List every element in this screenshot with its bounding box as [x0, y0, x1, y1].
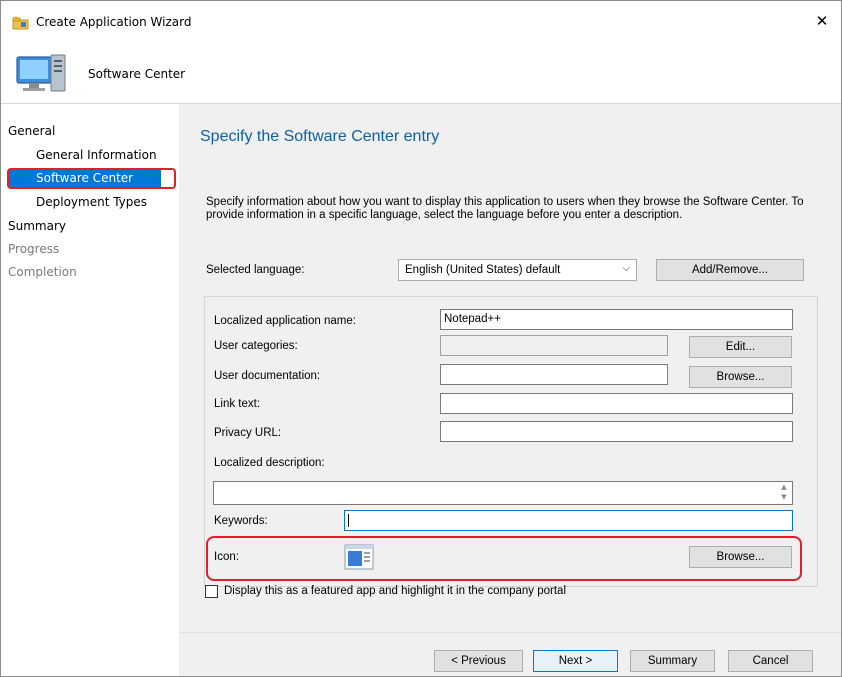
- chevron-down-icon: ⌵: [622, 263, 630, 274]
- nav-item-progress: Progress: [8, 242, 60, 256]
- next-button[interactable]: Next >: [533, 650, 618, 672]
- nav-item-deployment-types[interactable]: Deployment Types: [36, 195, 147, 209]
- language-label: Selected language:: [206, 264, 305, 276]
- footer-divider: [179, 632, 841, 633]
- icon-label: Icon:: [214, 551, 239, 563]
- computer-icon: [16, 54, 66, 92]
- featured-app-checkbox[interactable]: [205, 585, 218, 598]
- header-title: Software Center: [88, 67, 186, 81]
- nav-item-general[interactable]: General: [8, 124, 55, 138]
- wizard-window: Create Application Wizard ✕ Software Cen…: [0, 0, 842, 677]
- close-button[interactable]: ✕: [807, 8, 837, 34]
- language-dropdown[interactable]: English (United States) default ⌵: [398, 259, 637, 281]
- documentation-input[interactable]: [440, 364, 668, 385]
- privacy-url-label: Privacy URL:: [214, 427, 282, 439]
- application-icon: [344, 544, 374, 570]
- categories-input: [440, 335, 668, 356]
- link-text-label: Link text:: [214, 398, 261, 410]
- link-text-input[interactable]: [440, 393, 793, 414]
- scroll-arrows-icon[interactable]: ▲ ▼: [778, 482, 790, 502]
- nav-item-completion: Completion: [8, 265, 77, 279]
- window-title: Create Application Wizard: [36, 15, 192, 29]
- close-icon: ✕: [815, 12, 829, 30]
- page-title: Specify the Software Center entry: [200, 128, 440, 145]
- page-description: Specify information about how you want t…: [206, 196, 804, 221]
- wizard-app-icon: [12, 16, 29, 30]
- add-remove-button[interactable]: Add/Remove...: [656, 259, 804, 281]
- nav-selection-highlight: [7, 168, 176, 189]
- cancel-button[interactable]: Cancel: [728, 650, 813, 672]
- browse-icon-button[interactable]: Browse...: [689, 546, 792, 568]
- nav-item-general-information[interactable]: General Information: [36, 148, 157, 162]
- wizard-nav: General General Information Software Cen…: [1, 104, 180, 676]
- app-name-label: Localized application name:: [214, 315, 356, 327]
- content-panel: Specify the Software Center entry Specif…: [179, 104, 841, 676]
- description-textarea[interactable]: ▲ ▼: [213, 481, 793, 505]
- summary-button[interactable]: Summary: [630, 650, 715, 672]
- privacy-url-input[interactable]: [440, 421, 793, 442]
- language-value: English (United States) default: [405, 264, 561, 276]
- categories-label: User categories:: [214, 340, 298, 352]
- description-label: Localized description:: [214, 457, 325, 469]
- previous-button[interactable]: < Previous: [434, 650, 523, 672]
- keywords-label: Keywords:: [214, 515, 268, 527]
- edit-categories-button[interactable]: Edit...: [689, 336, 792, 358]
- title-bar: Create Application Wizard ✕: [1, 1, 841, 39]
- text-caret: [348, 514, 349, 527]
- keywords-input[interactable]: [344, 510, 793, 531]
- app-name-input[interactable]: Notepad++: [440, 309, 793, 330]
- documentation-label: User documentation:: [214, 370, 321, 382]
- nav-item-summary[interactable]: Summary: [8, 219, 66, 233]
- wizard-header: Software Center: [1, 39, 841, 104]
- browse-documentation-button[interactable]: Browse...: [689, 366, 792, 388]
- featured-app-label: Display this as a featured app and highl…: [224, 585, 567, 597]
